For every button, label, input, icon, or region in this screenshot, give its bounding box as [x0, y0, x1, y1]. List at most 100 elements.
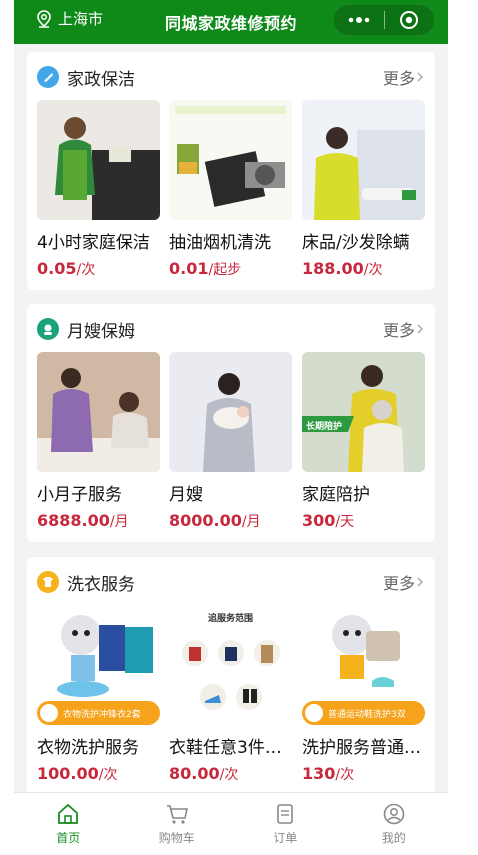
long-term-care-badge: 长期陪护 [306, 422, 343, 432]
section-header: 家政保洁 更多 [37, 64, 425, 90]
target-close-icon [400, 11, 419, 29]
price-value: 0.05 [37, 259, 77, 278]
cart-icon [166, 804, 188, 824]
more-label: 更多 [382, 574, 415, 593]
service-item[interactable]: 普通运动鞋洗护3双 洗护服务普通运动鞋 130/次 [302, 605, 425, 784]
chevron-right-icon [417, 577, 424, 587]
service-image: 长期陪护 [302, 352, 425, 472]
order-icon [277, 803, 294, 824]
service-name: 家庭陪护 [302, 485, 370, 505]
price-unit: /月 [241, 514, 261, 530]
service-image [37, 352, 160, 472]
section-title: 月嫂保姆 [67, 321, 135, 342]
service-name: 床品/沙发除螨 [302, 233, 410, 253]
tab-label: 我的 [381, 830, 406, 845]
service-price: 300/天 [302, 511, 425, 531]
service-image: 衣物洗护冲锋衣2套 [37, 605, 160, 725]
service-image [302, 100, 425, 220]
laundry-icon [37, 571, 59, 593]
service-price: 6888.00/月 [37, 511, 160, 531]
badge-text: 普通运动鞋洗护3双 [328, 709, 406, 720]
section-nanny: 月嫂保姆 更多 小月子服务 6888.00/月 月嫂 8000.00/月 长期陪… [27, 304, 435, 542]
service-item[interactable]: 月嫂 8000.00/月 [169, 352, 292, 531]
service-price: 130/次 [302, 764, 425, 784]
price-unit: /起步 [208, 262, 242, 278]
home-icon [58, 803, 79, 824]
section-title: 洗衣服务 [67, 574, 135, 595]
nanny-icon [37, 318, 59, 340]
promo-badge: 普通运动鞋洗护3双 [302, 701, 425, 725]
service-price: 0.01/起步 [169, 259, 292, 279]
service-price: 0.05/次 [37, 259, 160, 279]
chevron-right-icon [417, 72, 424, 82]
price-value: 188.00 [302, 259, 364, 278]
chevron-right-icon [417, 324, 424, 334]
tab-label: 首页 [56, 830, 81, 845]
more-dots-icon [348, 17, 370, 23]
service-price: 188.00/次 [302, 259, 425, 279]
service-name: 洗护服务普通运动鞋 [302, 738, 425, 758]
promo-badge: 衣物洗护冲锋衣2套 [37, 701, 160, 725]
badge-text: 衣物洗护冲锋衣2套 [63, 709, 141, 720]
price-value: 100.00 [37, 764, 99, 783]
service-item[interactable]: 小月子服务 6888.00/月 [37, 352, 160, 531]
price-unit: /次 [76, 262, 96, 278]
section-cleaning: 家政保洁 更多 4小时家庭保洁 0.05/次 抽油烟机清洗 0.01/起步 床品… [27, 52, 435, 290]
service-item[interactable]: 抽油烟机清洗 0.01/起步 [169, 100, 292, 279]
more-label: 更多 [382, 69, 415, 88]
price-unit: /月 [109, 514, 129, 530]
service-item[interactable]: 4小时家庭保洁 0.05/次 [37, 100, 160, 279]
service-item[interactable]: 衣物洗护冲锋衣2套 衣物洗护服务 100.00/次 [37, 605, 160, 784]
user-icon [383, 803, 405, 824]
app-frame: 上海市 同城家政维修预约 家政保洁 更多 4小时家庭保洁 0.05/次 抽油烟机… [14, 0, 448, 855]
tab-label: 购物车 [158, 830, 195, 845]
more-link[interactable]: 更多 [383, 570, 425, 594]
miniprogram-capsule [334, 5, 434, 35]
badge-dot [305, 704, 323, 722]
price-value: 80.00 [169, 764, 220, 783]
price-value: 8000.00 [169, 511, 242, 530]
service-name: 抽油烟机清洗 [169, 233, 271, 253]
price-unit: /次 [98, 767, 118, 783]
price-value: 0.01 [169, 259, 209, 278]
more-link[interactable]: 更多 [383, 317, 425, 341]
tab-cart[interactable]: 购物车 [123, 793, 232, 855]
bottom-tab-bar: 首页 购物车 订单 我的 [14, 792, 448, 855]
service-price: 100.00/次 [37, 764, 160, 784]
service-image [37, 100, 160, 220]
price-value: 300 [302, 511, 336, 530]
service-image [169, 100, 292, 220]
cleaning-icon [37, 66, 59, 88]
section-header: 洗衣服务 更多 [37, 569, 425, 595]
service-item[interactable]: 长期陪护 家庭陪护 300/天 [302, 352, 425, 531]
service-name: 月嫂 [169, 485, 203, 505]
price-unit: /次 [219, 767, 239, 783]
section-laundry: 洗衣服务 更多 衣物洗护冲锋衣2套 衣物洗护服务 100.00/次 追服务范围 … [27, 557, 435, 797]
service-item[interactable]: 床品/沙发除螨 188.00/次 [302, 100, 425, 279]
service-range-caption: 追服务范围 [207, 614, 253, 624]
service-name: 衣物洗护服务 [37, 738, 139, 758]
more-label: 更多 [382, 321, 415, 340]
more-menu-button[interactable] [334, 5, 384, 35]
badge-dot [40, 704, 58, 722]
service-item[interactable]: 追服务范围 衣鞋任意3件洗护 80.00/次 [169, 605, 292, 784]
close-miniprogram-button[interactable] [384, 5, 434, 35]
section-title: 家政保洁 [67, 69, 135, 90]
price-value: 6888.00 [37, 511, 110, 530]
section-header: 月嫂保姆 更多 [37, 316, 425, 342]
price-unit: /天 [335, 514, 355, 530]
top-bar: 上海市 同城家政维修预约 [14, 0, 448, 44]
service-name: 小月子服务 [37, 485, 122, 505]
service-image: 普通运动鞋洗护3双 [302, 605, 425, 725]
tab-profile[interactable]: 我的 [340, 793, 449, 855]
service-price: 8000.00/月 [169, 511, 292, 531]
more-link[interactable]: 更多 [383, 65, 425, 89]
price-unit: /次 [363, 262, 383, 278]
tab-label: 订单 [273, 830, 298, 845]
service-image: 追服务范围 [169, 605, 292, 725]
price-value: 130 [302, 764, 336, 783]
service-price: 80.00/次 [169, 764, 292, 784]
tab-orders[interactable]: 订单 [231, 793, 340, 855]
tab-home[interactable]: 首页 [14, 793, 123, 855]
service-image [169, 352, 292, 472]
